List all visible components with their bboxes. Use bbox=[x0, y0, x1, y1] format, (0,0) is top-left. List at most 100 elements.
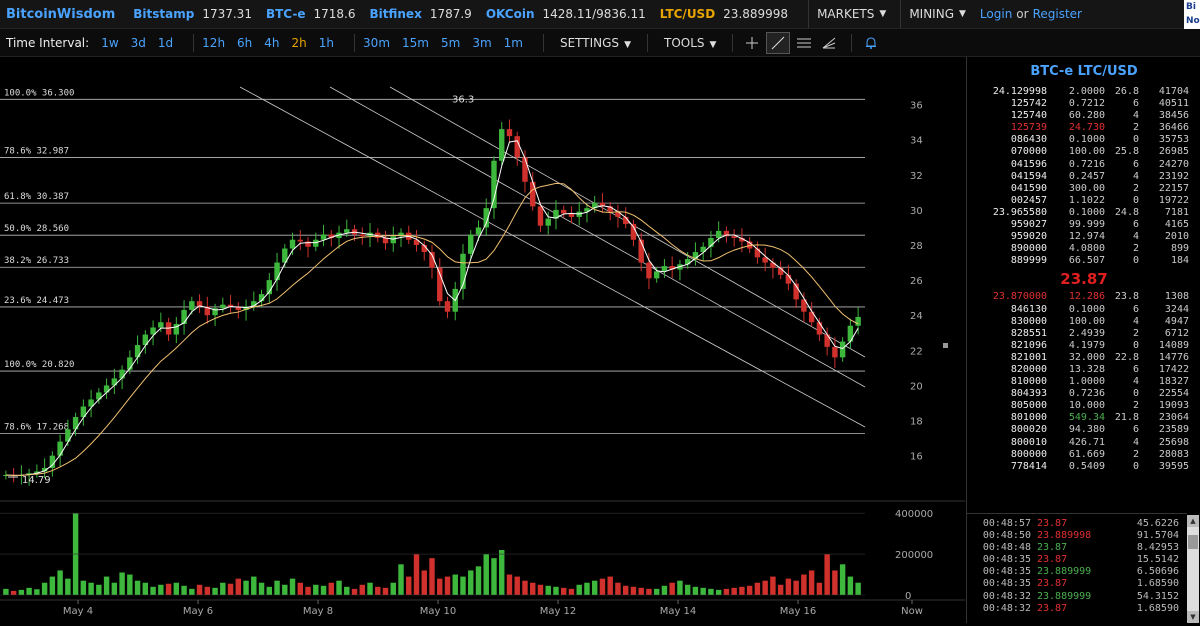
interval-1m[interactable]: 1m bbox=[504, 36, 523, 50]
ask-row[interactable]: 125740 60.280 4 38456 bbox=[967, 110, 1200, 122]
interval-5m[interactable]: 5m bbox=[441, 36, 460, 50]
trade-cell: 00:48:50 bbox=[982, 530, 1031, 542]
market-bitfinex[interactable]: Bitfinex 1787.9 bbox=[370, 7, 472, 21]
mining-menu[interactable]: MINING ▼ bbox=[900, 0, 974, 28]
bid-row[interactable]: 821001 32.000 22.8 14776 bbox=[967, 352, 1200, 364]
volume-bar bbox=[375, 586, 381, 595]
fib-level-label: 78.6% 32.987 bbox=[4, 146, 69, 156]
trade-row: 00:48:48 23.87 8.42953 bbox=[967, 542, 1187, 554]
fib-level-label: 23.6% 24.473 bbox=[4, 296, 69, 306]
alert-bell-icon[interactable] bbox=[860, 33, 882, 53]
orderbook-cell: 184 bbox=[1170, 255, 1189, 267]
orderbook-cell: 821096 bbox=[1010, 339, 1047, 351]
interval-6h[interactable]: 6h bbox=[237, 36, 252, 50]
ask-row[interactable]: 24.129998 2.0000 26.8 41704 bbox=[967, 86, 1200, 98]
ask-row[interactable]: 125742 0.7212 6 40511 bbox=[967, 98, 1200, 110]
volume-bar bbox=[537, 584, 544, 595]
interval-3d[interactable]: 3d bbox=[131, 36, 146, 50]
volume-bar bbox=[220, 582, 226, 595]
bid-row[interactable]: 830000 100.00 4 4947 bbox=[967, 316, 1200, 328]
bid-row[interactable]: 804393 0.7236 0 22554 bbox=[967, 388, 1200, 400]
orderbook-cell: 0 bbox=[1132, 255, 1139, 267]
x-axis-tick-label: May 16 bbox=[780, 606, 817, 617]
ask-row[interactable]: 041596 0.7216 6 24270 bbox=[967, 159, 1200, 171]
interval-1h[interactable]: 1h bbox=[319, 36, 334, 50]
trend-line-icon[interactable] bbox=[766, 31, 791, 54]
ask-row[interactable]: 890000 4.0800 2 899 bbox=[967, 243, 1200, 255]
bid-row[interactable]: 820000 13.328 6 17422 bbox=[967, 364, 1200, 376]
bid-row[interactable]: 800000 61.669 2 28083 bbox=[967, 449, 1200, 461]
ask-row[interactable]: 041594 0.2457 4 23192 bbox=[967, 171, 1200, 183]
volume-bar bbox=[150, 586, 156, 595]
market-name: Bitstamp bbox=[133, 7, 195, 21]
y-axis-tick-label: 30 bbox=[910, 206, 923, 217]
interval-12h[interactable]: 12h bbox=[202, 36, 225, 50]
markets-menu[interactable]: MARKETS ▼ bbox=[808, 0, 894, 28]
volume-bar bbox=[692, 586, 699, 595]
bid-row[interactable]: 23.870000 12.286 23.8 1308 bbox=[967, 291, 1200, 303]
volume-bar bbox=[313, 584, 319, 595]
ask-row[interactable]: 086430 0.1000 0 35753 bbox=[967, 134, 1200, 146]
volume-bar bbox=[746, 585, 753, 595]
ask-row[interactable]: 959027 99.999 6 4165 bbox=[967, 219, 1200, 231]
interval-30m[interactable]: 30m bbox=[363, 36, 390, 50]
bid-row[interactable]: 778414 0.5409 0 39595 bbox=[967, 461, 1200, 473]
orderbook-cell: 959020 bbox=[1010, 231, 1047, 243]
ask-row[interactable]: 23.965580 0.1000 24.8 7181 bbox=[967, 207, 1200, 219]
crosshair-icon[interactable] bbox=[741, 33, 763, 53]
candle-body bbox=[220, 304, 226, 309]
market-bitstamp[interactable]: Bitstamp 1737.31 bbox=[133, 7, 252, 21]
ask-row[interactable]: 889999 66.507 0 184 bbox=[967, 255, 1200, 267]
caret-down-icon: ▼ bbox=[624, 39, 631, 50]
horizontal-lines-icon[interactable] bbox=[793, 33, 815, 53]
bid-row[interactable]: 800020 94.380 6 23589 bbox=[967, 424, 1200, 436]
bid-row[interactable]: 801000 549.34 21.8 23064 bbox=[967, 412, 1200, 424]
orderbook-cell: 23064 bbox=[1158, 412, 1189, 424]
market-btce[interactable]: BTC-e 1718.6 bbox=[266, 7, 356, 21]
bid-row[interactable]: 805000 10.000 2 19093 bbox=[967, 400, 1200, 412]
interval-15m[interactable]: 15m bbox=[402, 36, 429, 50]
fan-lines-icon[interactable] bbox=[818, 33, 840, 53]
ask-row[interactable]: 125739 24.730 2 36466 bbox=[967, 122, 1200, 134]
brand-logo[interactable]: BitcoinWisdom bbox=[6, 7, 115, 22]
market-ltc-usd[interactable]: LTC/USD 23.889998 bbox=[660, 7, 788, 21]
interval-4h[interactable]: 4h bbox=[264, 36, 279, 50]
orderbook-cell: 125740 bbox=[1010, 110, 1047, 122]
ask-row[interactable]: 041590 300.00 2 22157 bbox=[967, 183, 1200, 195]
orderbook-cell: 041590 bbox=[1010, 182, 1047, 194]
trades-scrollbar[interactable]: ▲ ▼ bbox=[1187, 515, 1199, 623]
interval-1w[interactable]: 1w bbox=[101, 36, 118, 50]
ask-row[interactable]: 002457 1.1022 0 19722 bbox=[967, 195, 1200, 207]
price-chart[interactable]: 100.0% 36.300 78.6% 32.987 61.8% 30.387 50.… bbox=[0, 57, 965, 623]
interval-3m[interactable]: 3m bbox=[472, 36, 491, 50]
interval-1d[interactable]: 1d bbox=[158, 36, 173, 50]
ask-row[interactable]: 959020 12.974 4 2010 bbox=[967, 231, 1200, 243]
register-link[interactable]: Register bbox=[1033, 7, 1082, 21]
volume-bar bbox=[599, 578, 606, 595]
ask-row[interactable]: 070000 100.00 25.8 26985 bbox=[967, 146, 1200, 158]
bid-row[interactable]: 828551 2.4939 2 6712 bbox=[967, 328, 1200, 340]
interval-2h[interactable]: 2h bbox=[292, 36, 307, 50]
orderbook-cell: 0.1000 bbox=[1068, 206, 1105, 218]
bid-row[interactable]: 800010 426.71 4 25698 bbox=[967, 437, 1200, 449]
login-link[interactable]: Login bbox=[980, 7, 1012, 21]
chart-area[interactable]: 100.0% 36.300 78.6% 32.987 61.8% 30.387 50.… bbox=[0, 57, 965, 623]
volume-bar bbox=[801, 574, 807, 595]
trade-cell: 15.5142 bbox=[1136, 554, 1179, 566]
candle-body bbox=[514, 136, 520, 158]
bid-row[interactable]: 810000 1.0000 4 18327 bbox=[967, 376, 1200, 388]
scroll-thumb[interactable] bbox=[1188, 535, 1198, 549]
market-okcoin[interactable]: OKCoin 1428.11/9836.11 bbox=[486, 7, 646, 21]
bid-row[interactable]: 846130 0.1000 6 3244 bbox=[967, 304, 1200, 316]
settings-menu[interactable]: SETTINGS ▼ bbox=[552, 36, 639, 50]
volume-bar bbox=[328, 582, 334, 595]
tools-menu[interactable]: TOOLS ▼ bbox=[656, 36, 724, 50]
scroll-up-icon[interactable]: ▲ bbox=[1187, 515, 1199, 527]
orderbook-cell: 41704 bbox=[1158, 86, 1189, 97]
volume-bar bbox=[344, 586, 350, 595]
scroll-down-icon[interactable]: ▼ bbox=[1187, 611, 1199, 623]
bid-row[interactable]: 821096 4.1979 0 14089 bbox=[967, 340, 1200, 352]
volume-bar bbox=[731, 587, 737, 595]
trade-cell: 00:48:32 bbox=[982, 602, 1031, 614]
orderbook-cell: 2.0000 bbox=[1068, 86, 1105, 97]
